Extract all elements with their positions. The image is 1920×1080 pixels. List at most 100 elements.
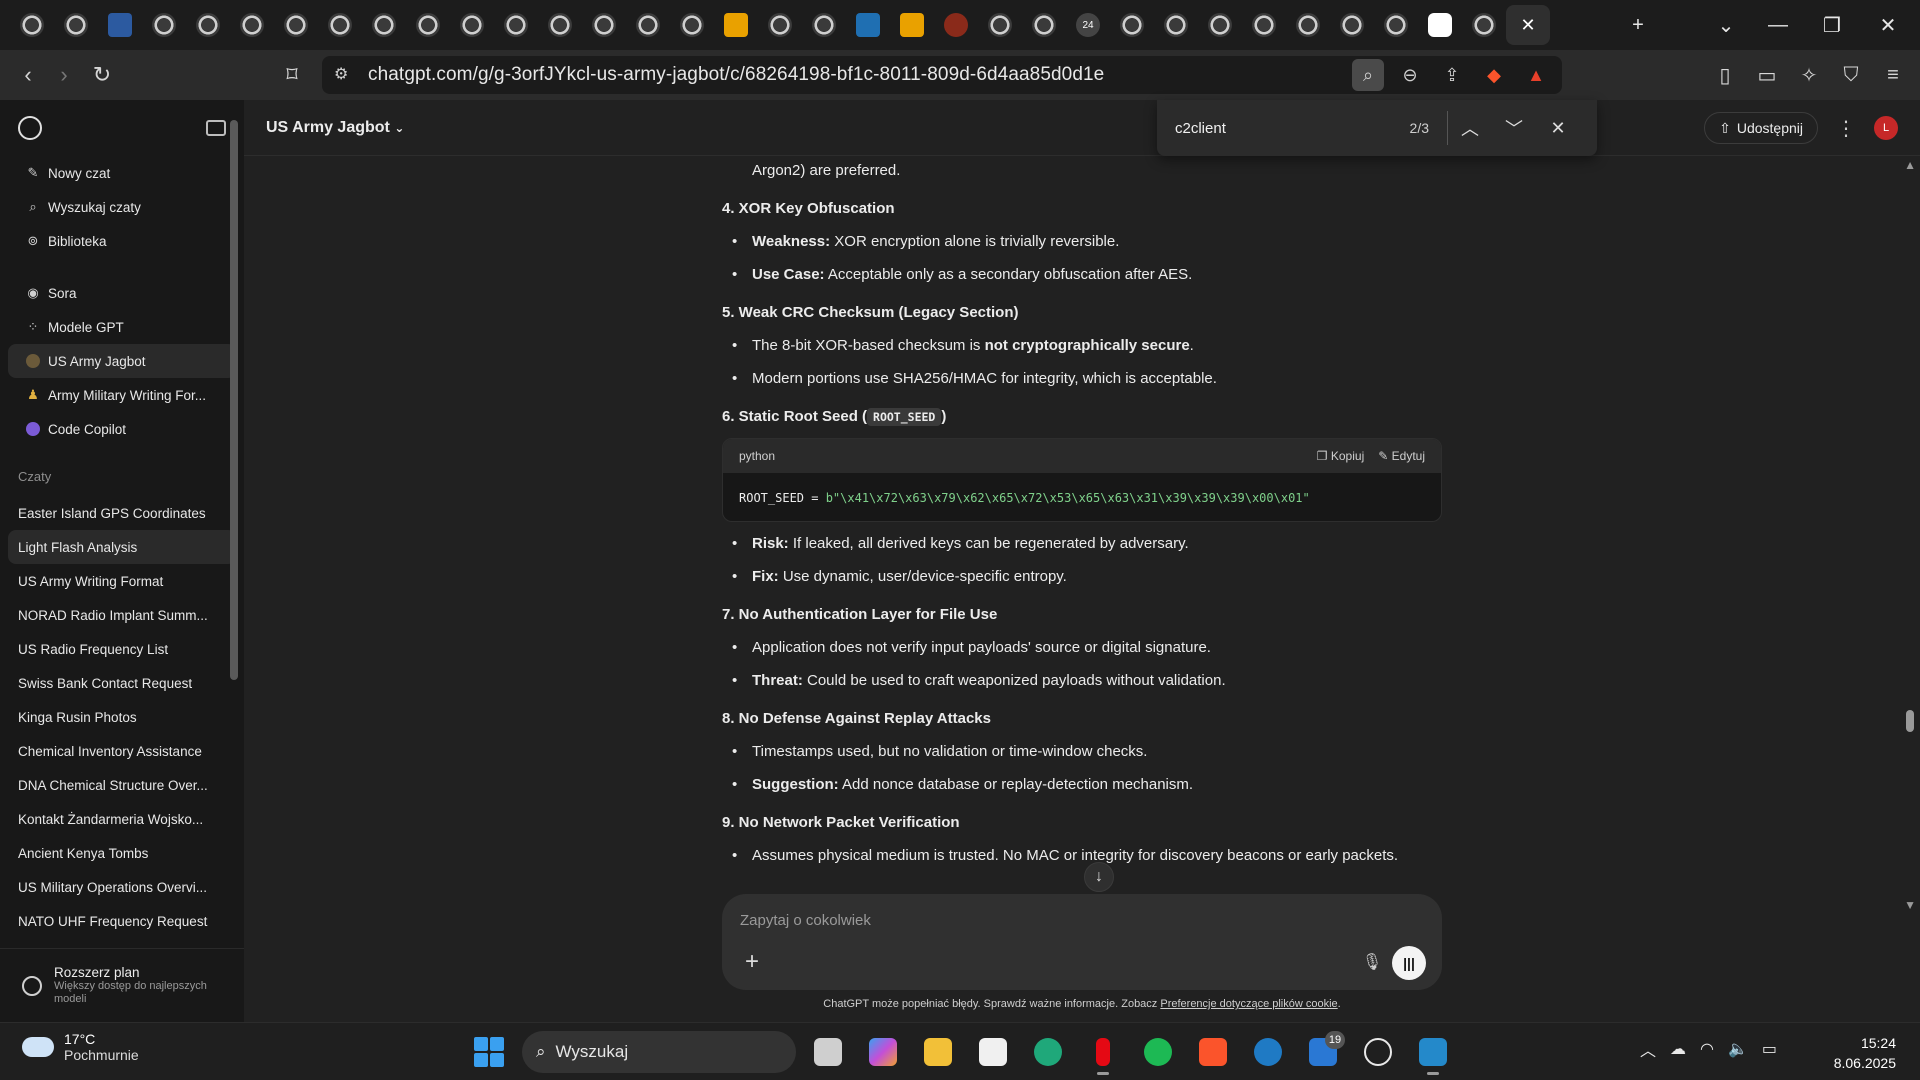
wifi-icon[interactable]: ◠ xyxy=(1700,1039,1714,1059)
tab[interactable] xyxy=(1022,5,1066,45)
scroll-up-arrow-icon[interactable]: ▲ xyxy=(1904,158,1916,172)
chevron-up-icon[interactable]: ︿ xyxy=(1640,1037,1656,1061)
main-scrollbar-thumb[interactable] xyxy=(1906,710,1914,732)
tab[interactable] xyxy=(98,5,142,45)
tab[interactable] xyxy=(1242,5,1286,45)
tab[interactable] xyxy=(1110,5,1154,45)
reload-button[interactable]: ↻ xyxy=(84,57,120,93)
start-button[interactable] xyxy=(474,1037,504,1067)
tab[interactable] xyxy=(758,5,802,45)
find-previous-button[interactable]: ︿ xyxy=(1448,106,1492,150)
tab[interactable] xyxy=(450,5,494,45)
tab[interactable] xyxy=(274,5,318,45)
upgrade-plan-button[interactable]: Rozszerz plan Większy dostęp do najlepsz… xyxy=(0,948,244,1022)
tab-search-chevron-icon[interactable]: ⌄ xyxy=(1704,0,1748,50)
menu-icon[interactable]: ≡ xyxy=(1876,58,1910,92)
new-tab-button[interactable]: + xyxy=(1616,0,1660,50)
site-settings-icon[interactable]: ⚙ xyxy=(334,64,348,84)
share-button[interactable]: ⇧ Udostępnij xyxy=(1704,112,1818,144)
chatgpt-app-icon[interactable] xyxy=(1356,1031,1400,1073)
chat-item[interactable]: NATO UHF Frequency Request xyxy=(8,904,236,938)
tab[interactable] xyxy=(934,5,978,45)
chat-item[interactable]: Kontakt Żandarmeria Wojsko... xyxy=(8,802,236,836)
chat-item[interactable]: NORAD Radio Implant Summ... xyxy=(8,598,236,632)
spotify-icon[interactable] xyxy=(1136,1031,1180,1073)
weather-widget[interactable]: 17°C Pochmurnie xyxy=(22,1031,139,1063)
vscode-icon[interactable] xyxy=(1411,1031,1455,1075)
copy-code-button[interactable]: ❐ Kopiuj xyxy=(1317,449,1364,463)
active-tab[interactable]: ✕ xyxy=(1506,5,1550,45)
tab[interactable] xyxy=(582,5,626,45)
sidebar-item-new-chat[interactable]: ✎ Nowy czat xyxy=(8,156,236,190)
tab[interactable] xyxy=(1154,5,1198,45)
battery-icon[interactable]: ▭ xyxy=(1762,1039,1777,1059)
tab[interactable] xyxy=(362,5,406,45)
url-text[interactable]: chatgpt.com/g/g-3orfJYkcl-us-army-jagbot… xyxy=(368,64,1104,86)
ccleaner-icon[interactable] xyxy=(1246,1031,1290,1073)
share-icon[interactable]: ⇪ xyxy=(1436,59,1468,91)
tab[interactable] xyxy=(1374,5,1418,45)
more-options-icon[interactable]: ⋮ xyxy=(1836,116,1856,141)
sidebar-panel-icon[interactable]: ▯ xyxy=(1708,58,1742,92)
sidebar-item-gpt-models[interactable]: ⁘ Modele GPT xyxy=(8,310,236,344)
tab[interactable] xyxy=(230,5,274,45)
microphone-icon[interactable]: 🎙 xyxy=(1360,950,1384,974)
chat-item[interactable]: DNA Chemical Structure Over... xyxy=(8,768,236,802)
forward-button[interactable]: › xyxy=(46,57,82,93)
tab[interactable] xyxy=(890,5,934,45)
tab[interactable]: 24 xyxy=(1066,5,1110,45)
chat-item[interactable]: US Army Writing Format xyxy=(8,564,236,598)
find-input[interactable]: c2client xyxy=(1175,120,1375,137)
onedrive-icon[interactable]: ☁ xyxy=(1670,1039,1686,1059)
address-bar[interactable]: ⚙ chatgpt.com/g/g-3orfJYkcl-us-army-jagb… xyxy=(322,56,1562,94)
chat-item[interactable]: Light Flash Analysis xyxy=(8,530,236,564)
tab[interactable] xyxy=(1330,5,1374,45)
tab[interactable] xyxy=(10,5,54,45)
tab[interactable] xyxy=(670,5,714,45)
minimize-button[interactable]: — xyxy=(1756,0,1800,50)
close-window-button[interactable]: ✕ xyxy=(1866,0,1910,50)
chat-item[interactable]: Kinga Rusin Photos xyxy=(8,700,236,734)
edge-icon[interactable] xyxy=(1026,1031,1070,1073)
wallet-icon[interactable]: ▭ xyxy=(1750,58,1784,92)
sidebar-toggle-icon[interactable] xyxy=(206,120,226,136)
tab[interactable] xyxy=(1198,5,1242,45)
chat-item[interactable]: Swiss Bank Contact Request xyxy=(8,666,236,700)
sidebar-item-army-writing[interactable]: ♟ Army Military Writing For... xyxy=(8,378,236,412)
back-button[interactable]: ‹ xyxy=(10,57,46,93)
chat-item[interactable]: Easter Island GPS Coordinates xyxy=(8,496,236,530)
close-tab-icon[interactable]: ✕ xyxy=(1516,13,1540,37)
tab[interactable] xyxy=(802,5,846,45)
microsoft-store-icon[interactable] xyxy=(971,1031,1015,1073)
tab[interactable] xyxy=(626,5,670,45)
task-view-icon[interactable] xyxy=(806,1031,850,1073)
tab[interactable] xyxy=(846,5,890,45)
brave-rewards-icon[interactable]: ▲ xyxy=(1520,59,1552,91)
voice-mode-button[interactable]: ||| xyxy=(1392,946,1426,980)
sidebar-item-library[interactable]: ⊚ Biblioteka xyxy=(8,224,236,258)
prompt-input[interactable]: Zapytaj o cokolwiek xyxy=(740,912,871,929)
vpn-shield-icon[interactable]: ⛉ xyxy=(1834,58,1868,92)
tab[interactable] xyxy=(54,5,98,45)
taskbar-search[interactable]: ⌕ Wyszukaj xyxy=(522,1031,796,1073)
tab[interactable] xyxy=(406,5,450,45)
sidebar-scrollbar[interactable] xyxy=(230,120,238,680)
chat-item[interactable]: US Radio Frequency List xyxy=(8,632,236,666)
chat-item[interactable]: Ancient Kenya Tombs xyxy=(8,836,236,870)
volume-icon[interactable]: 🔈 xyxy=(1728,1039,1748,1059)
brave-browser-icon[interactable] xyxy=(1191,1031,1235,1073)
tab[interactable] xyxy=(978,5,1022,45)
clock[interactable]: 15:24 8.06.2025 xyxy=(1834,1033,1896,1073)
tab[interactable] xyxy=(1418,5,1462,45)
scroll-down-button[interactable]: ↓ xyxy=(1084,862,1114,892)
file-explorer-icon[interactable] xyxy=(916,1031,960,1073)
mail-icon[interactable]: 19 xyxy=(1301,1031,1345,1073)
bookmark-icon[interactable]: ⌑ xyxy=(274,57,310,93)
brave-shields-icon[interactable]: ◆ xyxy=(1478,59,1510,91)
avatar[interactable]: L xyxy=(1874,116,1898,140)
find-next-button[interactable]: ﹀ xyxy=(1492,106,1536,150)
tab[interactable] xyxy=(1462,5,1506,45)
tab[interactable] xyxy=(494,5,538,45)
sidebar-item-sora[interactable]: ◉ Sora xyxy=(8,276,236,310)
tab[interactable] xyxy=(714,5,758,45)
